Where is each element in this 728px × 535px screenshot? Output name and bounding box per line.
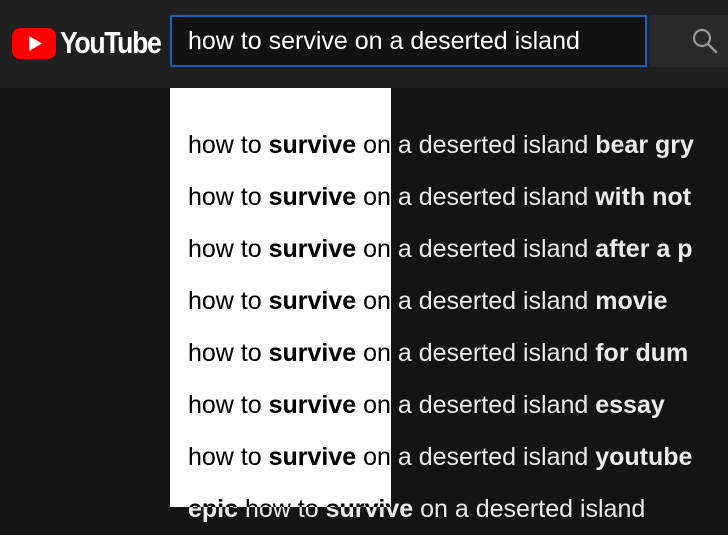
- suggestion-item[interactable]: how to survive on a deserted island afte…: [188, 223, 694, 275]
- top-bar: YouTube: [0, 0, 728, 88]
- suggestion-match: survive: [268, 235, 357, 263]
- suggestion-completion: after a p: [595, 235, 693, 263]
- suggestion-prefix: how to: [188, 391, 269, 419]
- suggestion-item[interactable]: how to survive on a deserted island yout…: [188, 431, 694, 483]
- suggestion-completion: movie: [595, 287, 668, 315]
- suggestion-completion: with not: [595, 183, 692, 211]
- suggestion-middle: on a deserted island: [356, 339, 596, 367]
- suggestion-prefix: how to: [188, 131, 269, 159]
- suggestion-prefix: how to: [188, 339, 269, 367]
- suggestion-match: survive: [268, 183, 357, 211]
- suggestion-prefix: epic: [188, 495, 239, 523]
- search-button[interactable]: [650, 15, 728, 67]
- search-icon: [692, 28, 718, 54]
- suggestion-match: survive: [268, 391, 357, 419]
- suggestion-prefix: how to: [188, 287, 269, 315]
- suggestion-prefix: how to: [188, 235, 269, 263]
- suggestion-list: how to survive on a deserted island bear…: [188, 119, 694, 535]
- suggestion-completion: youtube: [595, 443, 693, 471]
- suggestion-item[interactable]: how to survive on a deserted island essa…: [188, 379, 694, 431]
- suggestion-item[interactable]: how to survive on a deserted island movi…: [188, 275, 694, 327]
- suggestion-prefix: how to: [188, 183, 269, 211]
- suggestion-item[interactable]: how to survive on a deserted island bear…: [188, 119, 694, 171]
- suggestion-item[interactable]: epic how to survive on a deserted island: [188, 483, 694, 535]
- suggestion-match: survive: [268, 443, 357, 471]
- suggestion-middle: on a deserted island: [356, 443, 596, 471]
- search-input[interactable]: [188, 17, 633, 65]
- suggestion-match: how to: [238, 495, 326, 523]
- suggestion-item[interactable]: how to survive on a deserted island for …: [188, 327, 694, 379]
- suggestion-middle: on a deserted island: [356, 235, 596, 263]
- suggestion-middle: on a deserted island: [356, 391, 596, 419]
- youtube-play-icon: [12, 27, 56, 59]
- suggestion-middle: on a deserted island: [356, 131, 596, 159]
- search-box[interactable]: [170, 15, 647, 67]
- logo-text: YouTube: [60, 25, 162, 60]
- suggestion-item[interactable]: how to survive on a deserted island with…: [188, 171, 694, 223]
- suggestion-middle: survive: [325, 495, 414, 523]
- suggestion-completion: for dum: [595, 339, 689, 367]
- suggestion-match: survive: [268, 131, 357, 159]
- suggestion-prefix: how to: [188, 443, 269, 471]
- youtube-logo[interactable]: YouTube: [12, 26, 177, 60]
- suggestion-middle: on a deserted island: [356, 183, 596, 211]
- suggestion-match: survive: [268, 287, 357, 315]
- suggestion-match: survive: [268, 339, 357, 367]
- suggestion-middle: on a deserted island: [356, 287, 596, 315]
- suggestion-completion: on a deserted island: [413, 495, 646, 523]
- suggestion-completion: bear gry: [595, 131, 694, 159]
- suggestion-completion: essay: [595, 391, 665, 419]
